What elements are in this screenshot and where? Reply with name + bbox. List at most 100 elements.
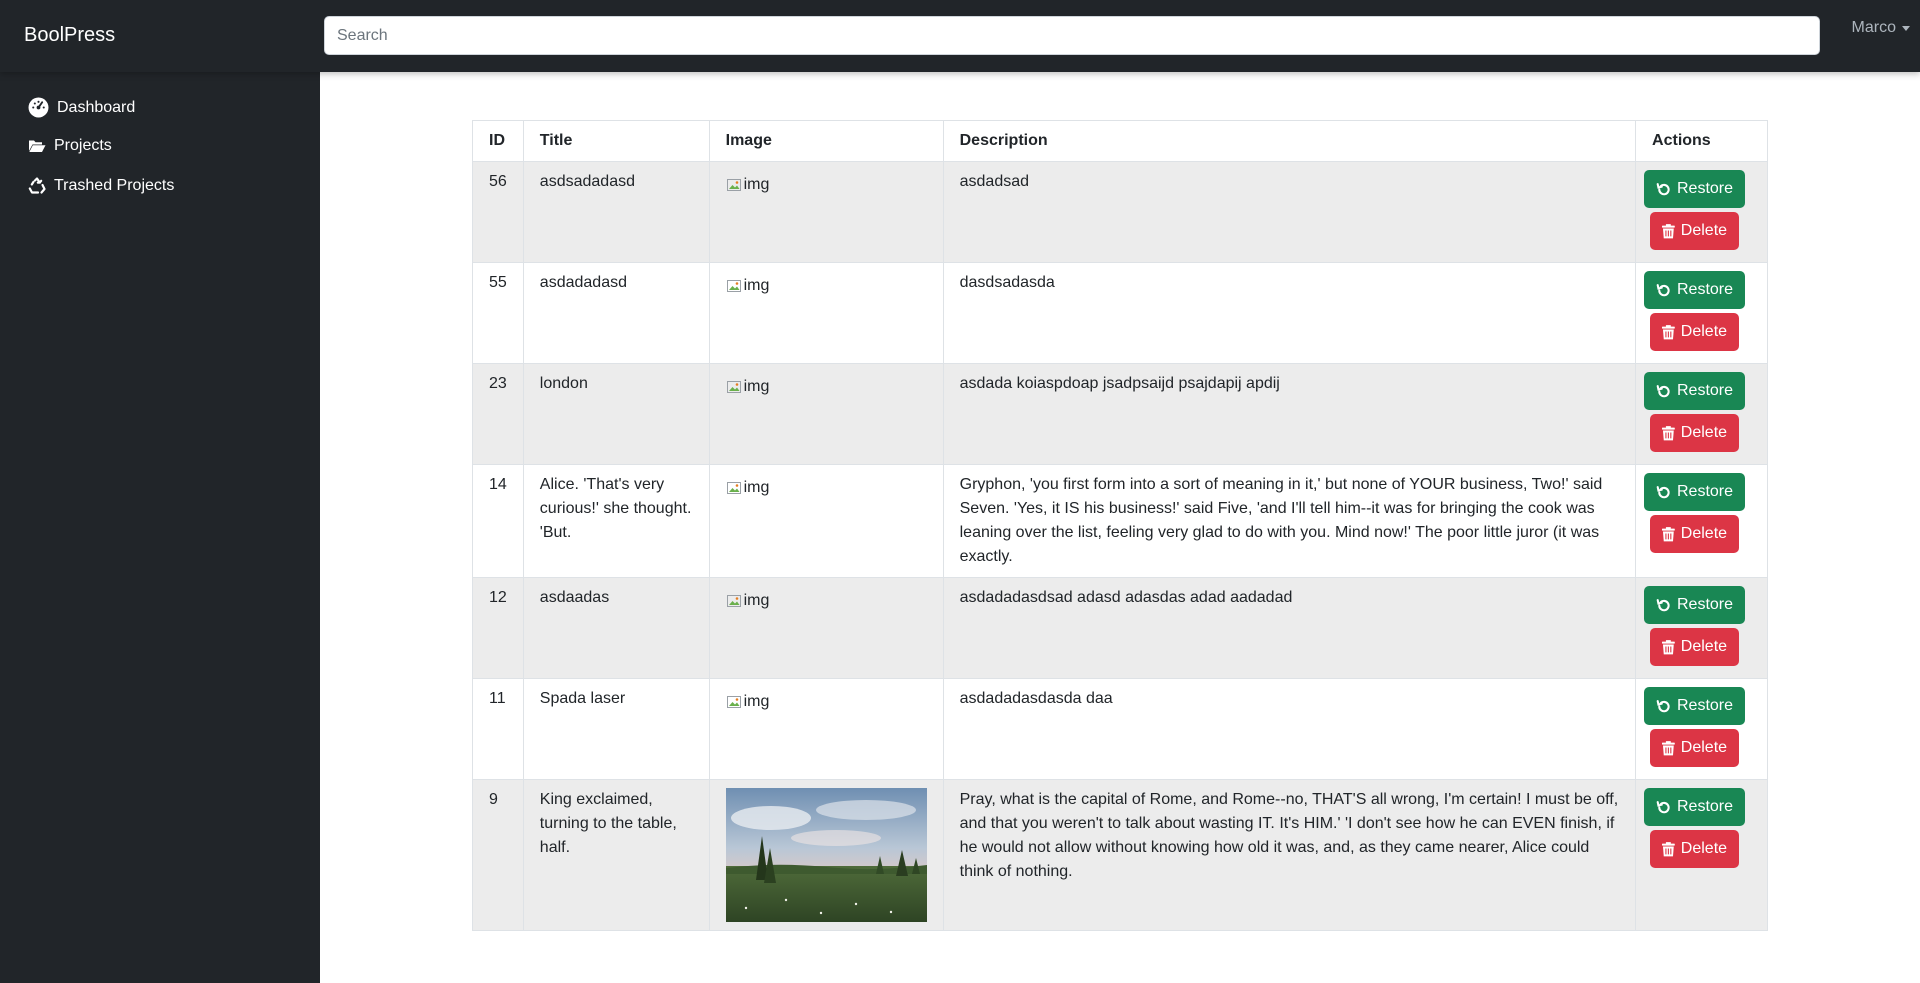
cell-description: asdada koiaspdoap jsadpsaijd psajdapij a… bbox=[942, 363, 1637, 465]
restore-button[interactable]: Restore bbox=[1644, 170, 1746, 208]
rotate-left-icon bbox=[1656, 699, 1670, 712]
rotate-left-icon bbox=[1656, 384, 1670, 397]
restore-button[interactable]: Restore bbox=[1644, 687, 1746, 725]
brand-logo[interactable]: BoolPress bbox=[24, 24, 115, 47]
cell-description: dasdsadasda bbox=[942, 262, 1637, 364]
cell-title: Alice. 'That's very curious!' she though… bbox=[522, 464, 710, 578]
broken-image-alt: img bbox=[743, 592, 770, 609]
trash-icon bbox=[1662, 425, 1675, 440]
trash-icon bbox=[1662, 740, 1675, 755]
trash-icon bbox=[1662, 324, 1675, 339]
rotate-left-icon bbox=[1656, 800, 1670, 813]
delete-button[interactable]: Delete bbox=[1650, 830, 1740, 868]
restore-button[interactable]: Restore bbox=[1644, 372, 1746, 410]
broken-image-alt: img bbox=[743, 277, 770, 294]
cell-id: 23 bbox=[472, 363, 524, 465]
cell-title: asdaadas bbox=[522, 577, 710, 679]
delete-label: Delete bbox=[1680, 739, 1728, 756]
broken-image-icon bbox=[726, 280, 741, 292]
cell-description: asdadadasdsad adasd adasdas adad aadadad bbox=[942, 577, 1637, 679]
cell-actions: Restore Delete bbox=[1635, 464, 1768, 578]
rotate-left-icon bbox=[1656, 598, 1670, 611]
cell-title: london bbox=[522, 363, 710, 465]
broken-image-alt: img bbox=[743, 479, 770, 496]
restore-button[interactable]: Restore bbox=[1644, 473, 1746, 511]
sidebar-item-label: Projects bbox=[54, 137, 112, 154]
cell-id: 12 bbox=[472, 577, 524, 679]
cell-description: Pray, what is the capital of Rome, and R… bbox=[942, 779, 1637, 931]
cell-actions: Restore Delete bbox=[1635, 363, 1768, 465]
restore-button[interactable]: Restore bbox=[1644, 271, 1746, 309]
sidebar-item-label: Dashboard bbox=[57, 98, 136, 116]
table-row: 14 Alice. 'That's very curious!' she tho… bbox=[472, 464, 1768, 578]
sidebar-item-dashboard[interactable]: Dashboard bbox=[28, 97, 135, 118]
trash-icon bbox=[1662, 526, 1675, 541]
rotate-left-icon bbox=[1656, 485, 1670, 498]
delete-button[interactable]: Delete bbox=[1650, 313, 1740, 351]
delete-label: Delete bbox=[1680, 222, 1728, 239]
restore-label: Restore bbox=[1677, 180, 1734, 197]
trashed-projects-table: ID Title Image Description Actions 56 as… bbox=[472, 120, 1768, 931]
broken-image-icon bbox=[726, 482, 741, 494]
delete-button[interactable]: Delete bbox=[1650, 515, 1740, 553]
top-navbar: BoolPress Marco bbox=[0, 0, 1920, 72]
user-menu-dropdown[interactable]: Marco bbox=[1852, 19, 1910, 37]
cell-id: 11 bbox=[472, 678, 524, 780]
main-content: ID Title Image Description Actions 56 as… bbox=[320, 72, 1920, 983]
delete-button[interactable]: Delete bbox=[1650, 729, 1740, 767]
cell-image: img bbox=[708, 161, 944, 263]
broken-image-alt: img bbox=[743, 176, 770, 193]
trash-icon bbox=[1662, 223, 1675, 238]
cell-title: King exclaimed, turning to the table, ha… bbox=[522, 779, 710, 931]
column-header-image: Image bbox=[708, 120, 944, 162]
sidebar-item-projects[interactable]: Projects bbox=[28, 137, 112, 155]
sidebar-item-label: Trashed Projects bbox=[54, 177, 175, 194]
broken-image: img bbox=[726, 375, 770, 399]
cell-image bbox=[708, 779, 944, 931]
restore-button[interactable]: Restore bbox=[1644, 788, 1746, 826]
restore-label: Restore bbox=[1677, 382, 1734, 399]
rotate-left-icon bbox=[1656, 283, 1670, 296]
broken-image-alt: img bbox=[743, 378, 770, 395]
cell-id: 56 bbox=[472, 161, 524, 263]
cell-actions: Restore Delete bbox=[1635, 779, 1768, 931]
cell-actions: Restore Delete bbox=[1635, 262, 1768, 364]
restore-label: Restore bbox=[1677, 697, 1734, 714]
cell-id: 9 bbox=[472, 779, 524, 931]
cell-image: img bbox=[708, 464, 944, 578]
restore-label: Restore bbox=[1677, 798, 1734, 815]
rotate-left-icon bbox=[1656, 182, 1670, 195]
restore-label: Restore bbox=[1677, 281, 1734, 298]
cell-id: 55 bbox=[472, 262, 524, 364]
cell-title: asdsadadasd bbox=[522, 161, 710, 263]
sidebar: Dashboard Projects Trashed Projects bbox=[0, 72, 320, 983]
table-row: 12 asdaadas img asdadadasdsad adasd adas… bbox=[472, 577, 1768, 679]
search-input[interactable] bbox=[324, 16, 1820, 55]
trash-icon bbox=[1662, 841, 1675, 856]
table-row: 23 london img asdada koiaspdoap jsadpsai… bbox=[472, 363, 1768, 465]
broken-image-icon bbox=[726, 381, 741, 393]
broken-image: img bbox=[726, 274, 770, 298]
table-row: 11 Spada laser img asdadadasdasda daa Re… bbox=[472, 678, 1768, 780]
column-header-actions: Actions bbox=[1635, 120, 1768, 162]
restore-button[interactable]: Restore bbox=[1644, 586, 1746, 624]
sidebar-item-trashed-projects[interactable]: Trashed Projects bbox=[28, 177, 174, 195]
broken-image-icon bbox=[726, 595, 741, 607]
delete-button[interactable]: Delete bbox=[1650, 212, 1740, 250]
cell-actions: Restore Delete bbox=[1635, 678, 1768, 780]
column-header-description: Description bbox=[942, 120, 1637, 162]
column-header-title: Title bbox=[522, 120, 710, 162]
broken-image: img bbox=[726, 690, 769, 714]
table-row: 55 asdadadasd img dasdsadasda Restore De… bbox=[472, 262, 1768, 364]
cell-id: 14 bbox=[472, 464, 524, 578]
delete-label: Delete bbox=[1680, 638, 1728, 655]
delete-label: Delete bbox=[1680, 424, 1728, 441]
table-row: 9 King exclaimed, turning to the table, … bbox=[472, 779, 1768, 931]
delete-label: Delete bbox=[1680, 323, 1728, 340]
chevron-down-icon bbox=[1902, 25, 1910, 31]
delete-button[interactable]: Delete bbox=[1650, 414, 1740, 452]
gauge-icon bbox=[28, 97, 49, 118]
broken-image: img bbox=[726, 173, 770, 197]
cell-description: asdadadasdasda daa bbox=[942, 678, 1637, 780]
delete-button[interactable]: Delete bbox=[1650, 628, 1740, 666]
